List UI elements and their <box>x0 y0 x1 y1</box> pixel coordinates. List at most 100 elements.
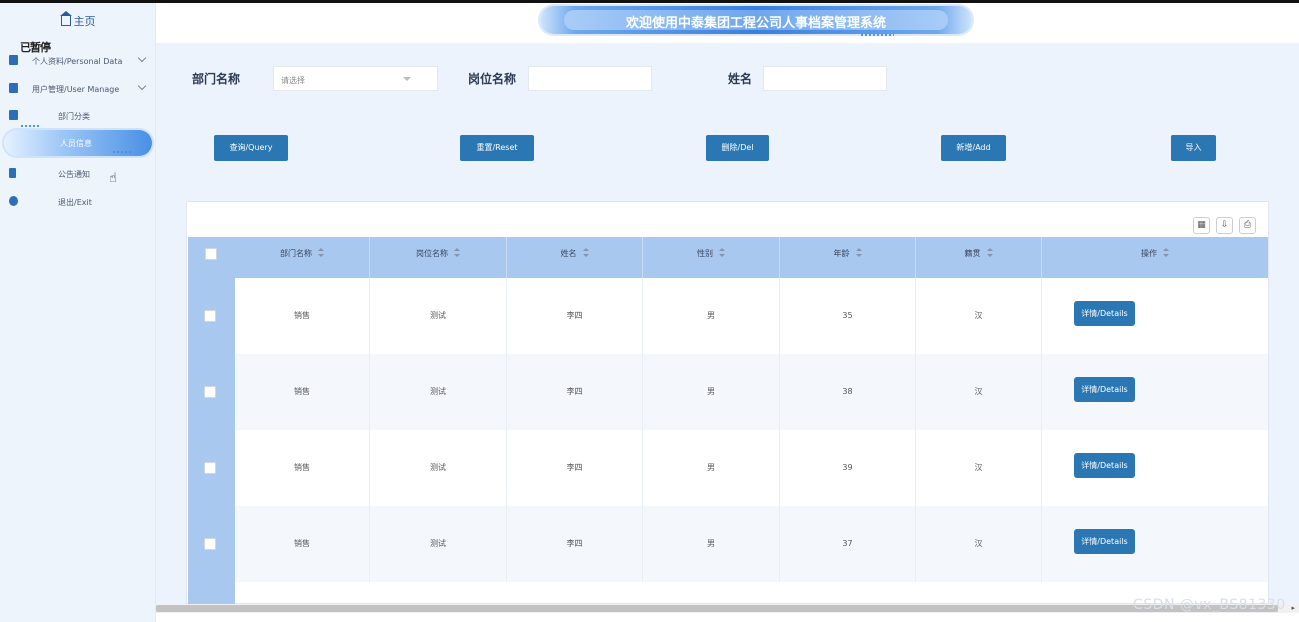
cell-department: 销售 <box>235 354 370 430</box>
sidebar-item-label: 部门分类 <box>58 112 90 121</box>
bookmark-icon <box>9 168 16 178</box>
cell-gender: 男 <box>643 506 780 582</box>
cell-name: 李四 <box>507 278 643 354</box>
import-button[interactable]: 导入 <box>1171 135 1216 161</box>
department-select[interactable]: 请选择 <box>273 66 438 91</box>
column-header-name[interactable]: 姓名 <box>507 237 643 278</box>
sidebar-item-exit[interactable]: 退出/Exit <box>0 192 156 214</box>
select-all-checkbox[interactable] <box>205 248 217 260</box>
column-header-age[interactable]: 年龄 <box>780 237 916 278</box>
sort-icon <box>454 248 460 257</box>
sidebar-home[interactable]: 主页 <box>0 11 156 29</box>
sort-icon <box>582 248 589 257</box>
details-button[interactable]: 详情/Details <box>1074 529 1135 554</box>
columns-icon[interactable]: ▦ <box>1193 217 1210 234</box>
title-banner-inner: 欢迎使用中泰集团工程公司人事档案管理系统 <box>564 10 948 31</box>
details-button[interactable]: 详情/Details <box>1074 377 1135 402</box>
department-select-placeholder: 请选择 <box>281 76 305 85</box>
caret-down-icon <box>403 77 411 81</box>
user-manage-icon <box>9 83 18 93</box>
scroll-right-icon[interactable]: ▸ <box>1291 604 1295 612</box>
cell-origin: 汉 <box>916 506 1042 582</box>
sort-icon <box>1163 248 1169 257</box>
chevron-down-icon <box>137 81 147 91</box>
decor-dots <box>20 125 40 127</box>
cell-origin: 汉 <box>916 278 1042 354</box>
decor-dots <box>112 151 132 153</box>
sort-icon <box>318 248 324 257</box>
name-filter-label: 姓名 <box>728 72 753 86</box>
cell-age: 39 <box>780 430 916 506</box>
cell-name: 李四 <box>507 354 643 430</box>
row-checkbox[interactable] <box>204 538 216 550</box>
sidebar-item-notice[interactable]: 公告通知 <box>0 164 156 186</box>
sidebar: 主页 已暂停 个人资料/Personal Data 用户管理/User Mana… <box>0 3 156 622</box>
row-checkbox[interactable] <box>204 310 216 322</box>
name-input[interactable] <box>763 66 887 91</box>
sidebar-item-label: 人员信息 <box>60 139 92 148</box>
department-filter-label: 部门名称 <box>192 72 241 86</box>
sidebar-item-user-manage[interactable]: 用户管理/User Manage <box>0 79 156 101</box>
horizontal-scrollbar[interactable]: ▸ <box>156 604 1299 613</box>
row-checkbox[interactable] <box>204 462 216 474</box>
delete-button[interactable]: 删除/Del <box>706 135 769 161</box>
cell-gender: 男 <box>643 430 780 506</box>
sort-icon <box>719 248 725 257</box>
cell-age: 38 <box>780 354 916 430</box>
sidebar-home-label: 主页 <box>73 15 96 28</box>
table-panel: ▦ ⇩ ⎙ 部门名称 岗位名称 姓名 性别 年龄 籍贯 操作 销售 测试 李四 男 … <box>186 201 1269 605</box>
row-checkbox[interactable] <box>204 386 216 398</box>
cell-department: 销售 <box>235 506 370 582</box>
decor-dots <box>860 34 894 36</box>
main-content: 部门名称 请选择 岗位名称 姓名 查询/Query 重置/Reset 删除/De… <box>156 43 1299 605</box>
cell-actions: 详情/Details <box>1042 354 1268 430</box>
details-button[interactable]: 详情/Details <box>1074 301 1135 326</box>
details-button[interactable]: 详情/Details <box>1074 453 1135 478</box>
table-row: 销售 测试 李四 男 38 汉 详情/Details <box>235 354 1268 430</box>
cell-gender: 男 <box>643 354 780 430</box>
department-icon <box>9 110 18 120</box>
cell-age: 37 <box>780 506 916 582</box>
query-button[interactable]: 查询/Query <box>214 135 288 161</box>
column-header-actions[interactable]: 操作 <box>1042 237 1268 278</box>
table-toolbar: ▦ ⇩ ⎙ <box>1187 212 1256 234</box>
sort-icon <box>986 248 993 257</box>
position-filter-label: 岗位名称 <box>468 72 517 86</box>
exit-icon <box>9 196 18 206</box>
column-header-gender[interactable]: 性别 <box>643 237 780 278</box>
position-input[interactable] <box>528 66 652 91</box>
cell-actions: 详情/Details <box>1042 430 1268 506</box>
cell-age: 35 <box>780 278 916 354</box>
column-header-origin[interactable]: 籍贯 <box>916 237 1042 278</box>
cell-position: 测试 <box>370 354 507 430</box>
cell-actions: 详情/Details <box>1042 278 1268 354</box>
cell-actions: 详情/Details <box>1042 506 1268 582</box>
sidebar-item-personal-data[interactable]: 个人资料/Personal Data <box>0 51 156 73</box>
checkbox-column <box>188 278 235 605</box>
cell-department: 销售 <box>235 430 370 506</box>
title-banner: 欢迎使用中泰集团工程公司人事档案管理系统 <box>540 6 972 34</box>
cell-position: 测试 <box>370 430 507 506</box>
export-icon[interactable]: ⇩ <box>1216 217 1233 234</box>
table-row: 销售 测试 李四 男 35 汉 详情/Details <box>235 278 1268 354</box>
table-row: 销售 测试 李四 男 39 汉 详情/Details <box>235 430 1268 506</box>
watermark: CSDN @vx_BS81330 <box>1133 597 1286 613</box>
cell-origin: 汉 <box>916 430 1042 506</box>
print-icon[interactable]: ⎙ <box>1239 217 1256 234</box>
add-button[interactable]: 新增/Add <box>941 135 1006 161</box>
cell-origin: 汉 <box>916 354 1042 430</box>
sidebar-item-label: 退出/Exit <box>58 198 92 207</box>
home-icon <box>59 11 72 26</box>
reset-button[interactable]: 重置/Reset <box>460 135 534 161</box>
sidebar-item-label: 公告通知 <box>58 170 90 179</box>
sort-icon <box>855 248 862 257</box>
header: 欢迎使用中泰集团工程公司人事档案管理系统 <box>156 3 1299 43</box>
column-header-position[interactable]: 岗位名称 <box>370 237 507 278</box>
chevron-down-icon <box>137 53 147 63</box>
column-header-department[interactable]: 部门名称 <box>235 237 370 278</box>
cell-department: 销售 <box>235 278 370 354</box>
page-title: 欢迎使用中泰集团工程公司人事档案管理系统 <box>625 16 886 31</box>
cell-name: 李四 <box>507 430 643 506</box>
scrollbar-thumb[interactable] <box>156 605 1278 612</box>
cell-gender: 男 <box>643 278 780 354</box>
